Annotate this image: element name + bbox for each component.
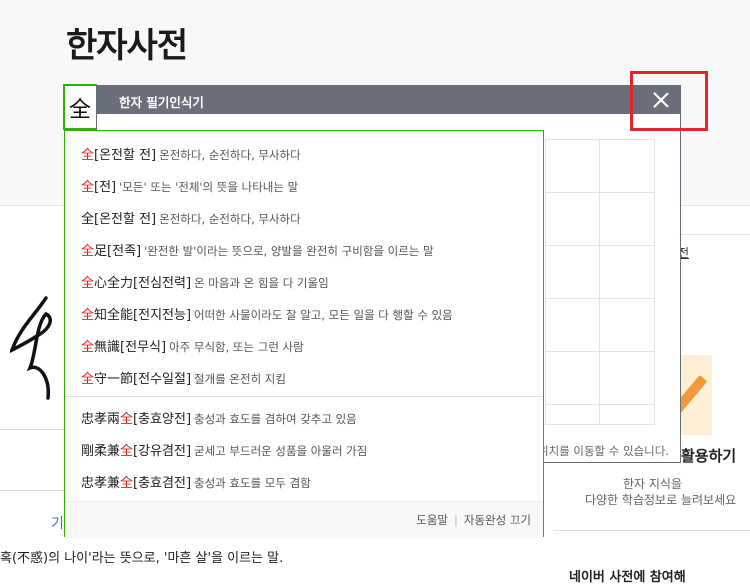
autocomplete-divider [65, 396, 543, 397]
handwriting-titlebar[interactable]: 한자 필기인식기 [97, 86, 680, 114]
autocomplete-item[interactable]: 全足[전족] '완전한 발'이라는 뜻으로, 양발을 완전히 구비함을 이르는 말 [81, 240, 434, 264]
handwriting-canvas[interactable] [545, 139, 655, 425]
handwriting-note: 위치를 이동할 수 있습니다. [538, 444, 670, 458]
page-title: 한자사전 [66, 26, 188, 66]
help-link[interactable]: 도움말 [416, 513, 448, 527]
highlight-box [630, 71, 708, 131]
promo-description: 한자 지식을 [623, 477, 683, 491]
left-link[interactable]: 기 [51, 513, 64, 533]
autocomplete-item[interactable]: 全心全力[전심전력] 온 마음과 온 힘을 다 기울임 [81, 272, 329, 296]
autocomplete-item[interactable]: 全[온전할 전] 온전하다, 순전하다, 무사하다 [81, 208, 301, 232]
search-input[interactable]: 全 [63, 84, 97, 130]
autocomplete-item[interactable]: 忠孝兼全[충효겸전] 충성과 효도를 모두 겸함 [81, 472, 311, 496]
right-divider-2 [553, 530, 750, 531]
autocomplete-dropdown[interactable]: 全[온전할 전] 온전하다, 순전하다, 무사하다 全[전] '모든' 또는 '전체… [64, 130, 544, 538]
left-divider-2 [0, 490, 64, 491]
autocomplete-item[interactable]: 全[온전할 전] 온전하다, 순전하다, 무사하다 [81, 144, 301, 168]
autocomplete-item[interactable]: 全無識[전무식] 아주 무식함, 또는 그런 사람 [81, 336, 304, 360]
footer-separator: | [453, 513, 458, 527]
handwriting-title: 한자 필기인식기 [119, 95, 204, 110]
autocomplete-item[interactable]: 全知全能[전지전능] 어떠한 사물이라도 잘 알고, 모든 일을 다 행할 수 있… [81, 304, 453, 328]
definition-text: 혹(不惑)의 나이'라는 뜻으로, '마흔 살'을 이르는 말. [0, 551, 284, 566]
autocomplete-footer: 도움말 | 자동완성 끄기 [65, 501, 543, 538]
left-divider [0, 429, 64, 430]
autocomplete-item[interactable]: 全守一節[전수일절] 절개를 온전히 지킴 [81, 368, 286, 392]
right-section-title: 네이버 사전에 참여해 [569, 570, 686, 585]
autocomplete-off-link[interactable]: 자동완성 끄기 [464, 513, 531, 527]
autocomplete-item[interactable]: 全[전] '모든' 또는 '전체'의 뜻을 나타내는 말 [81, 176, 298, 200]
promo-description-2: 다양한 학습정보로 늘려보세요 [585, 493, 737, 507]
autocomplete-item[interactable]: 剛柔兼全[강유겸전] 굳세고 부드러운 성품을 아울러 가짐 [81, 440, 367, 464]
promo-title[interactable]: 활용하기 [681, 445, 736, 466]
autocomplete-item[interactable]: 忠孝兩全[충효양전] 충성과 효도를 겸하여 갖추고 있음 [81, 408, 357, 432]
search-input-value: 全 [69, 98, 92, 123]
hanja-illustration [10, 296, 52, 400]
